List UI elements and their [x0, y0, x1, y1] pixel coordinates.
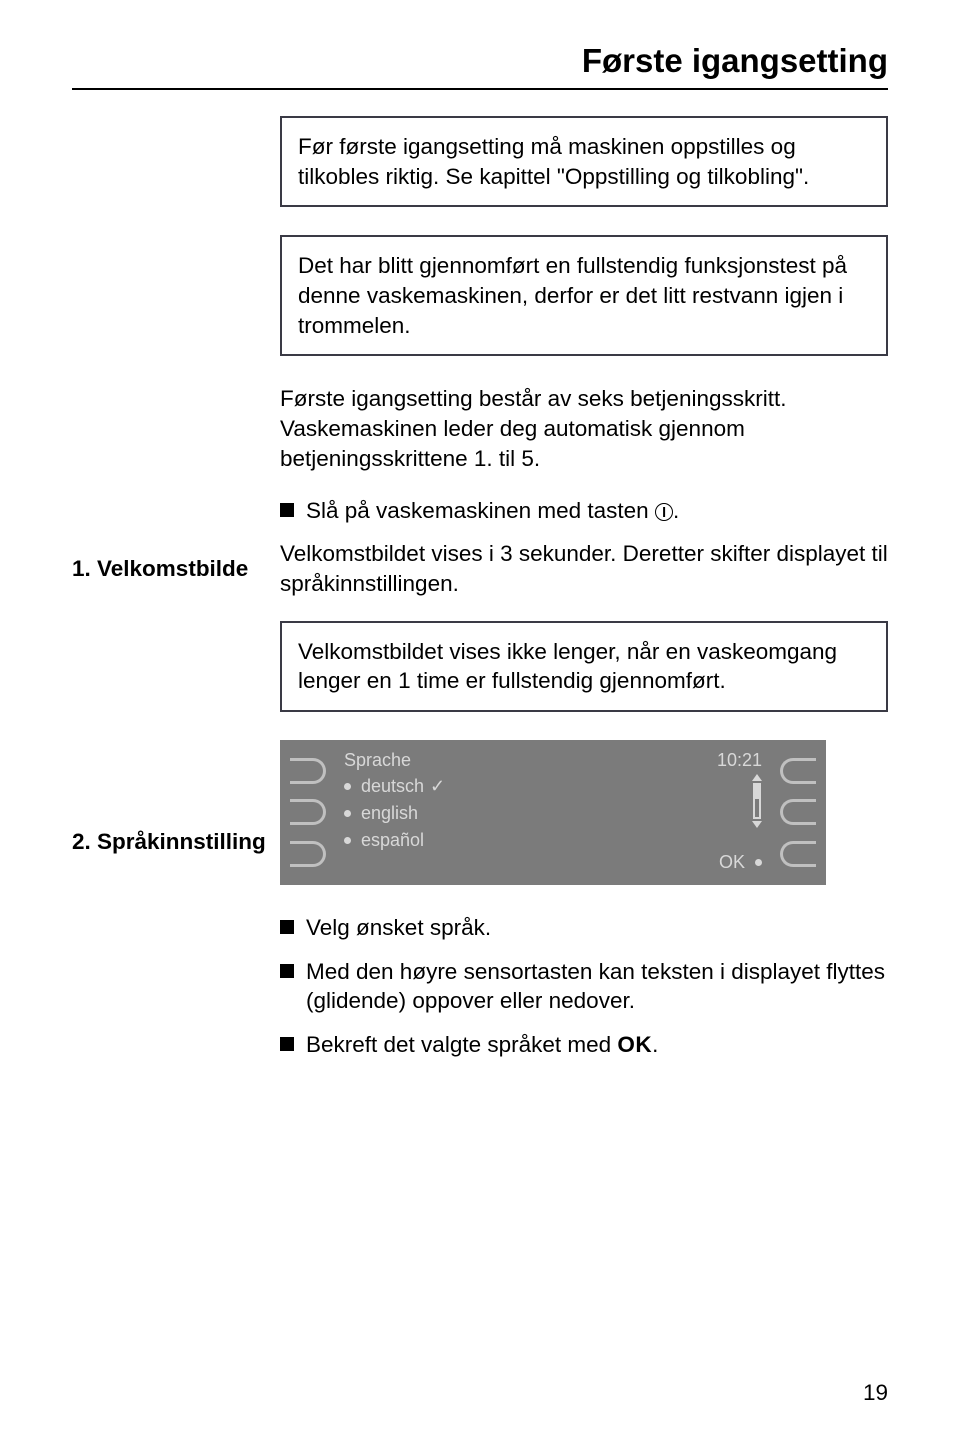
scroll-thumb [755, 785, 759, 799]
sensor-button-left-1[interactable] [290, 758, 326, 784]
sensor-button-left-3[interactable] [290, 841, 326, 867]
sensor-button-right-2[interactable] [780, 799, 816, 825]
bullet-text-post: . [652, 1032, 658, 1057]
bullet-dot-icon [344, 810, 351, 817]
bullet-square-icon [280, 920, 294, 934]
page: Første igangsetting Før første igangsett… [0, 0, 960, 1442]
content-column: Før første igangsetting må maskinen opps… [280, 116, 888, 474]
display-ok-row[interactable]: OK [719, 852, 762, 873]
bullet-select-language: Velg ønsket språk. [280, 913, 888, 943]
sensor-button-left-2[interactable] [290, 799, 326, 825]
sensor-button-right-1[interactable] [780, 758, 816, 784]
section-2-content: Sprache 10:21 deutsch ✓ english español [280, 740, 888, 1060]
info-box-2: Det har blitt gjennomført en fullstendig… [280, 235, 888, 356]
intro-paragraph: Første igangsetting består av seks betje… [280, 384, 888, 473]
bullet-square-icon [280, 964, 294, 978]
ok-glyph: OK [617, 1032, 652, 1057]
display-screen: Sprache 10:21 deutsch ✓ english español [338, 748, 768, 877]
bullet-dot-icon [755, 859, 762, 866]
display-item-0[interactable]: deutsch ✓ [338, 773, 768, 800]
bullet-scroll-info: Med den høyre sensortasten kan teksten i… [280, 957, 888, 1016]
left-sensor-buttons [290, 740, 326, 885]
bullet-text-pre: Bekreft det valgte språket med [306, 1032, 617, 1057]
bullet-text-post: . [673, 498, 679, 523]
title-rule [72, 88, 888, 90]
info-box-3: Velkomstbildet vises ikke lenger, når en… [280, 621, 888, 712]
bullet-text: Velg ønsket språk. [306, 913, 888, 943]
section-heading-1: 1. Velkomstbilde [72, 555, 272, 583]
display-ok-label: OK [719, 852, 745, 873]
page-title: Første igangsetting [72, 42, 888, 80]
section-1-content: Slå på vaskemaskinen med tasten . Velkom… [280, 496, 888, 712]
display-item-label: español [361, 830, 424, 851]
bullet-confirm-ok: Bekreft det valgte språket med OK. [280, 1030, 888, 1060]
display-header-row: Sprache 10:21 [338, 748, 768, 773]
display-header: Sprache [344, 750, 411, 771]
scroll-indicator [752, 774, 762, 828]
right-sensor-buttons [780, 740, 816, 885]
appliance-display: Sprache 10:21 deutsch ✓ english español [280, 740, 826, 885]
check-icon: ✓ [430, 776, 445, 797]
display-time: 10:21 [717, 750, 762, 771]
page-number: 19 [863, 1380, 888, 1406]
bullet-square-icon [280, 503, 294, 517]
scroll-track [753, 783, 761, 819]
display-item-label: english [361, 803, 418, 824]
bullet-dot-icon [344, 837, 351, 844]
bullet-power-on: Slå på vaskemaskinen med tasten . [280, 496, 888, 526]
bullet-text: Bekreft det valgte språket med OK. [306, 1030, 888, 1060]
title-block: Første igangsetting [72, 42, 888, 80]
bullet-square-icon [280, 1037, 294, 1051]
welcome-paragraph: Velkomstbildet vises i 3 sekunder. Deret… [280, 539, 888, 598]
display-item-1[interactable]: english [338, 800, 768, 827]
sensor-button-right-3[interactable] [780, 841, 816, 867]
bullet-text: Slå på vaskemaskinen med tasten . [306, 496, 888, 526]
display-item-label: deutsch [361, 776, 424, 797]
display-item-2[interactable]: español [338, 827, 768, 854]
section-heading-2: 2. Språkinnstilling [72, 828, 272, 856]
chevron-up-icon [752, 774, 762, 781]
bullet-text: Med den høyre sensortasten kan teksten i… [306, 957, 888, 1016]
bullet-dot-icon [344, 783, 351, 790]
info-box-1: Før første igangsetting må maskinen opps… [280, 116, 888, 207]
power-icon [655, 503, 673, 521]
chevron-down-icon [752, 821, 762, 828]
bullet-text-pre: Slå på vaskemaskinen med tasten [306, 498, 655, 523]
